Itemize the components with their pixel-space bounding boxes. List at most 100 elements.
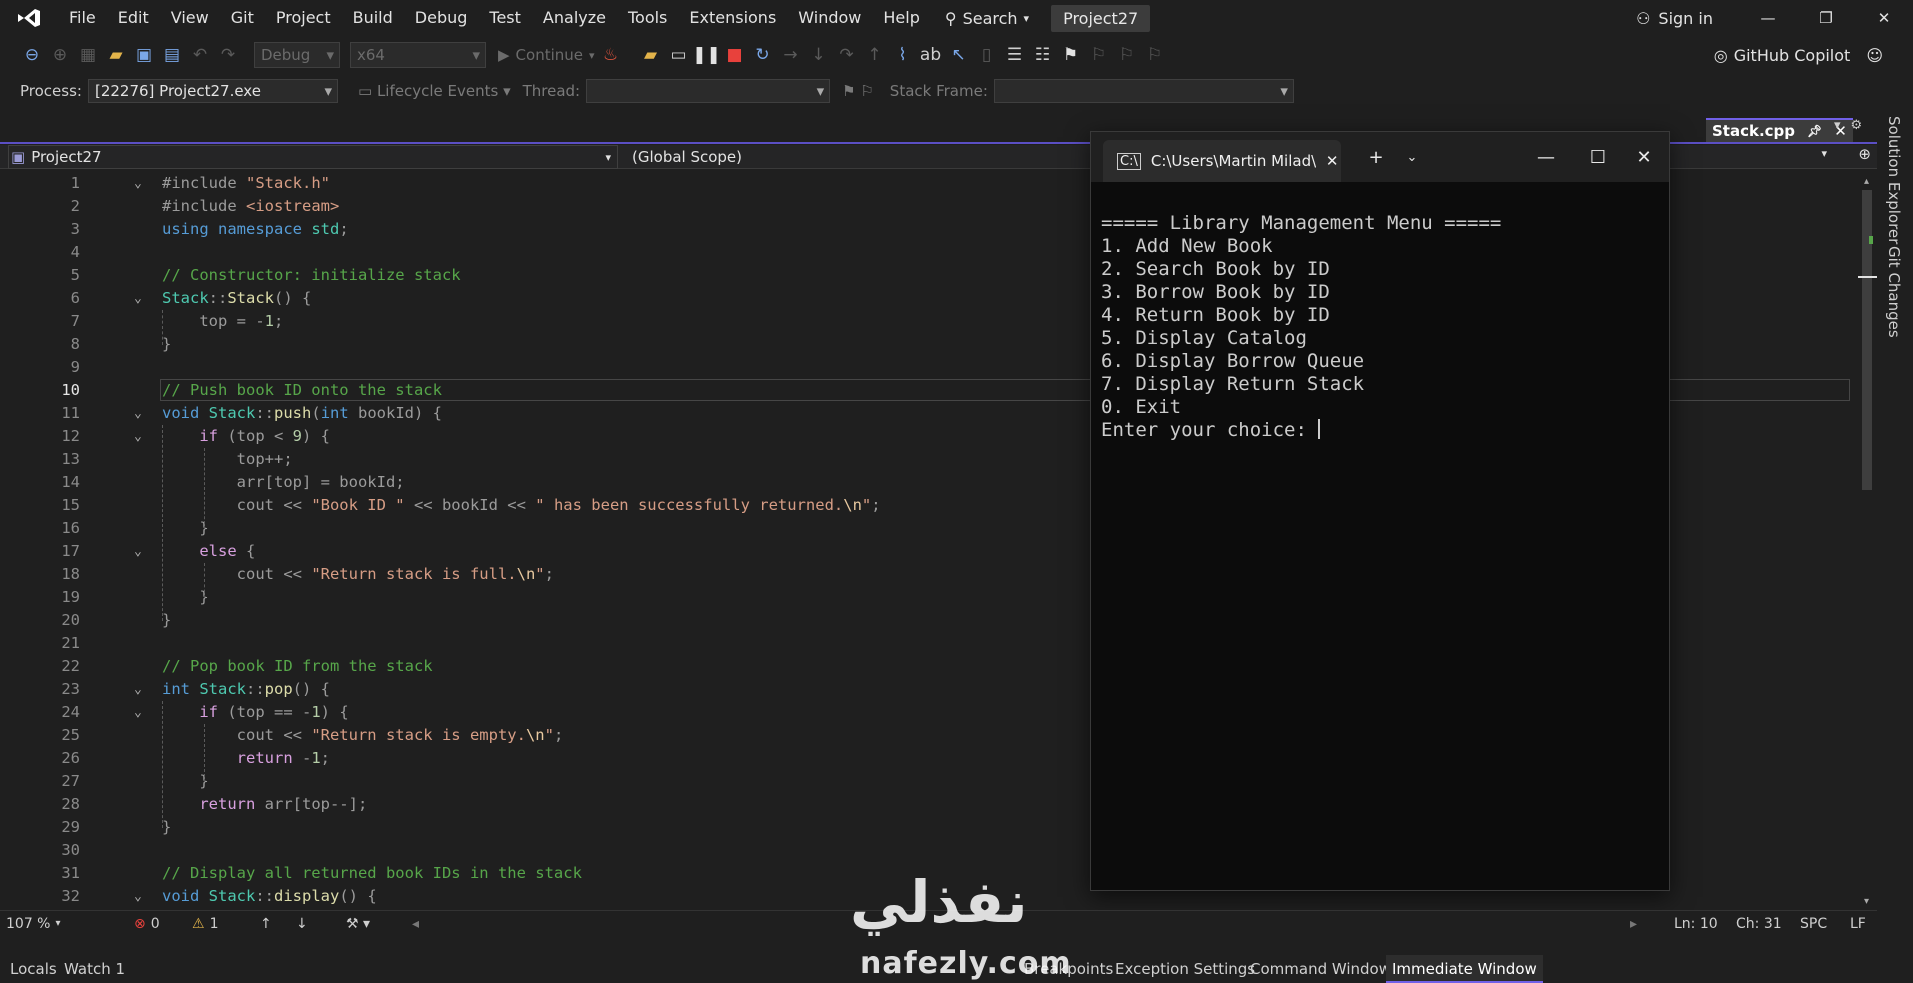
layout-icon[interactable]: ▭ [667, 43, 691, 67]
pin-icon[interactable]: 📌︎ [1807, 124, 1822, 138]
column-indicator[interactable]: Ch: 31 [1736, 916, 1782, 932]
continue-button[interactable]: ▶ Continue ▾ [498, 46, 595, 64]
zoom-dropdown[interactable]: 107 % ▾ [6, 916, 61, 932]
menu-extensions[interactable]: Extensions [678, 0, 787, 36]
fold-toggle-icon[interactable]: ⌄ [134, 402, 142, 425]
stop-icon[interactable]: ■ [723, 43, 747, 67]
menu-help[interactable]: Help [872, 0, 930, 36]
close-tab-icon[interactable]: ✕ [1326, 152, 1339, 170]
git-changes-tab[interactable]: Git Changes [1885, 246, 1903, 338]
scrollbar-thumb[interactable] [1862, 190, 1872, 490]
open-folder-icon[interactable]: ▰ [639, 43, 663, 67]
menu-analyze[interactable]: Analyze [532, 0, 617, 36]
tab-command-window[interactable]: Command Window [1244, 955, 1397, 983]
bookmark-icon[interactable]: ⚑ [1059, 43, 1083, 67]
next-bookmark-icon[interactable]: ⚐ [1115, 43, 1139, 67]
menu-git[interactable]: Git [220, 0, 265, 36]
save-all-icon[interactable]: ▤ [160, 43, 184, 67]
line-indicator[interactable]: Ln: 10 [1674, 916, 1718, 932]
fold-toggle-icon[interactable]: ⌄ [134, 701, 142, 724]
visual-studio-logo-icon[interactable] [0, 0, 58, 36]
show-next-statement-icon[interactable]: → [779, 43, 803, 67]
menu-project[interactable]: Project [265, 0, 342, 36]
menu-tools[interactable]: Tools [617, 0, 678, 36]
menu-debug[interactable]: Debug [404, 0, 479, 36]
menu-file[interactable]: File [58, 0, 107, 36]
solution-explorer-tab[interactable]: Solution Explorer [1885, 116, 1903, 244]
terminal-maximize-button[interactable]: ☐ [1575, 132, 1621, 182]
restore-window-button[interactable]: ❐ [1797, 0, 1855, 36]
solution-platform-select[interactable]: x64 [350, 42, 486, 68]
new-tab-button[interactable]: + [1359, 132, 1393, 182]
cursor-icon[interactable]: ↖ [947, 43, 971, 67]
menu-window[interactable]: Window [787, 0, 872, 36]
project-dropdown[interactable]: ▣ Project27 ▾ [8, 145, 618, 169]
bookmark-panel-icon[interactable]: ▯ [975, 43, 999, 67]
clear-bookmarks-icon[interactable]: ⚐ [1143, 43, 1167, 67]
pause-icon[interactable]: ❚❚ [692, 43, 721, 67]
next-issue-icon[interactable]: ↓ [296, 916, 308, 932]
fold-toggle-icon[interactable]: ⌄ [134, 540, 142, 563]
fold-toggle-icon[interactable]: ⌄ [134, 678, 142, 701]
chevron-down-icon[interactable]: ▾ [1834, 118, 1841, 133]
fold-toggle-icon[interactable]: ⌄ [134, 172, 142, 195]
flag-thread-icon[interactable]: ⚑ ⚐ [842, 82, 874, 100]
github-copilot-button[interactable]: ◎ GitHub Copilot ☺ [1714, 36, 1883, 74]
fold-toggle-icon[interactable]: ⌄ [134, 885, 142, 908]
chevron-down-icon[interactable]: ▾ [1821, 147, 1827, 160]
close-window-button[interactable]: ✕ [1855, 0, 1913, 36]
terminal-close-button[interactable]: ✕ [1621, 132, 1667, 182]
step-over-icon[interactable]: ↷ [835, 43, 859, 67]
menu-view[interactable]: View [160, 0, 220, 36]
thread-select[interactable] [586, 79, 831, 103]
tab-watch-1[interactable]: Watch 1 [58, 955, 131, 983]
save-icon[interactable]: ▣ [132, 43, 156, 67]
scroll-up-icon[interactable]: ▴ [1864, 176, 1869, 187]
navigate-forward-icon[interactable]: ⊕ [48, 43, 72, 67]
menu-build[interactable]: Build [342, 0, 404, 36]
spacing-indicator[interactable]: SPC [1800, 916, 1827, 932]
tab-locals[interactable]: Locals [4, 955, 63, 983]
terminal-minimize-button[interactable]: — [1523, 132, 1569, 182]
stack-frame-select[interactable] [993, 79, 1294, 103]
process-select[interactable]: [22276] Project27.exe [87, 79, 338, 103]
lifecycle-events-button[interactable]: ▭ Lifecycle Events ▾ [358, 82, 511, 100]
hot-reload-icon[interactable]: ♨ [599, 43, 623, 67]
menu-test[interactable]: Test [478, 0, 532, 36]
sign-in-button[interactable]: ⚇ Sign in [1636, 0, 1713, 36]
editor-vertical-scrollbar[interactable]: ▴ ▾ [1858, 170, 1877, 910]
menu-edit[interactable]: Edit [107, 0, 160, 36]
solution-configuration-select[interactable]: Debug [254, 42, 340, 68]
previous-bookmark-icon[interactable]: ⚐ [1087, 43, 1111, 67]
step-into-icon[interactable]: ↓ [807, 43, 831, 67]
previous-issue-icon[interactable]: ↑ [260, 916, 272, 932]
fold-toggle-icon[interactable]: ⌄ [134, 425, 142, 448]
split-editor-icon[interactable]: ⊕ [1858, 145, 1871, 163]
open-folder-icon[interactable]: ▰ [104, 43, 128, 67]
terminal-tab[interactable]: C:\ C:\Users\Martin Milad\s ✕ [1103, 140, 1341, 182]
redo-icon[interactable]: ↷ [216, 43, 240, 67]
gear-icon[interactable]: ⚙ [1851, 118, 1863, 133]
scroll-left-icon[interactable]: ◂ [412, 916, 419, 932]
comment-lines-icon[interactable]: ☰ [1003, 43, 1027, 67]
diagnostic-tools-icon[interactable]: ⌇ [891, 43, 915, 67]
new-item-icon[interactable]: ▦ [76, 43, 100, 67]
fold-toggle-icon[interactable]: ⌄ [134, 287, 142, 310]
restart-icon[interactable]: ↻ [751, 43, 775, 67]
undo-icon[interactable]: ↶ [188, 43, 212, 67]
code-cleanup-icon[interactable]: ⚒ ▾ [346, 916, 370, 932]
tab-exception-settings[interactable]: Exception Settings [1109, 955, 1261, 983]
tab-immediate-window[interactable]: Immediate Window [1386, 955, 1543, 983]
scope-dropdown[interactable]: (Global Scope) [632, 145, 742, 169]
uncomment-lines-icon[interactable]: ☷ [1031, 43, 1055, 67]
scroll-right-icon[interactable]: ▸ [1630, 916, 1637, 932]
minimize-window-button[interactable]: — [1739, 0, 1797, 36]
spell-check-icon[interactable]: ab [919, 43, 943, 67]
terminal-output[interactable]: ===== Library Management Menu ===== 1. A… [1101, 212, 1661, 442]
line-ending-indicator[interactable]: LF [1850, 916, 1866, 932]
warnings-indicator[interactable]: ⚠ 1 [192, 916, 218, 932]
navigate-back-icon[interactable]: ⊖ [20, 43, 44, 67]
scroll-down-icon[interactable]: ▾ [1864, 896, 1869, 907]
terminal-window[interactable]: C:\ C:\Users\Martin Milad\s ✕ + ⌄ — ☐ ✕ … [1090, 131, 1670, 891]
tab-stack-cpp[interactable]: Stack.cpp 📌︎ ✕ [1706, 118, 1853, 142]
